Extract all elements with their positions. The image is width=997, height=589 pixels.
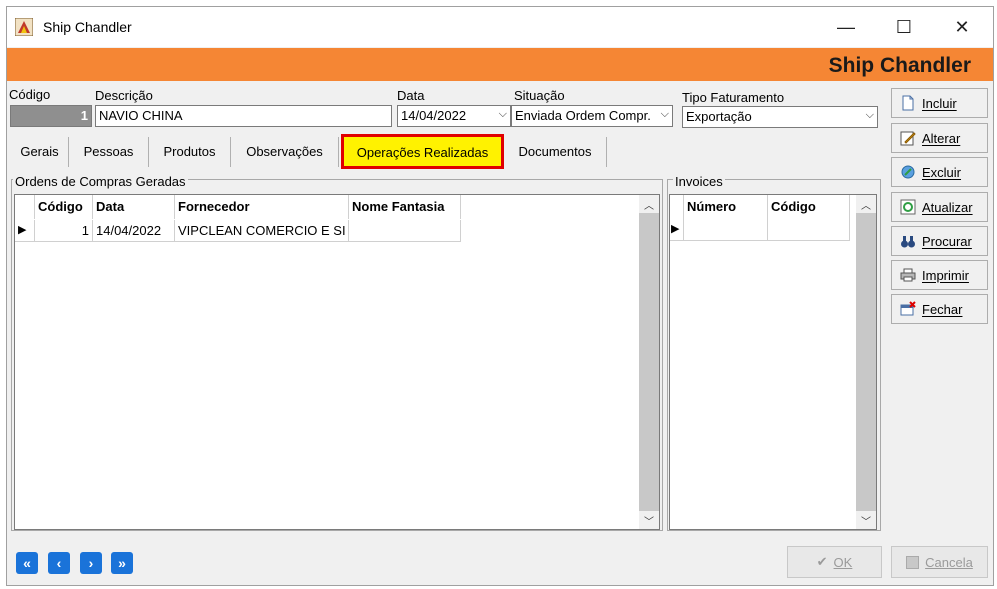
binoculars-icon [901,236,915,248]
ordens-scrollbar[interactable]: ︿ ﹀ [639,195,659,529]
row-indicator-header [670,195,684,219]
double-chevron-left-icon: « [23,555,31,571]
tab-produtos[interactable]: Produtos [149,137,231,167]
title-bar: Ship Chandler — ☐ ✕ [7,7,993,47]
minimize-icon: — [837,16,855,37]
chevron-down-icon[interactable]: ﹀ [856,511,876,529]
minimize-button[interactable]: — [817,7,875,47]
next-record-button[interactable]: › [80,552,102,574]
header-band: Ship Chandler [7,48,993,81]
row-indicator-header [15,195,35,219]
ok-button[interactable]: ✔ OK [787,546,882,578]
app-logo-icon [15,18,33,36]
previous-record-button[interactable]: ‹ [48,552,70,574]
tab-gerais[interactable]: Gerais [11,137,69,167]
new-document-icon [902,95,914,111]
chevron-down-icon: ⌵ [660,108,669,120]
situacao-label: Situação [514,88,565,103]
printer-icon [900,268,916,282]
situacao-value: Enviada Ordem Compr. [515,108,651,123]
row-pointer-icon: ▶ [670,219,684,241]
atualizar-button[interactable]: Atualizar [891,192,988,222]
procurar-button[interactable]: Procurar [891,226,988,256]
situacao-select[interactable]: Enviada Ordem Compr. ⌵ [511,105,673,127]
codigo-field[interactable]: 1 [10,105,92,127]
cell-codigo [768,219,850,241]
refresh-icon [900,199,916,215]
window-title: Ship Chandler [43,19,132,35]
column-header-codigo[interactable]: Código [35,195,93,219]
excluir-button[interactable]: Excluir [891,157,988,187]
alterar-button[interactable]: Alterar [891,123,988,153]
tipo-faturamento-label: Tipo Faturamento [682,90,785,105]
column-header-data[interactable]: Data [93,195,175,219]
cell-data: 14/04/2022 [93,220,175,242]
chevron-up-icon[interactable]: ︿ [856,195,876,213]
data-picker[interactable]: 14/04/2022 ⌵ [397,105,511,127]
column-header-fornecedor[interactable]: Fornecedor [175,195,349,219]
first-record-button[interactable]: « [16,552,38,574]
cancela-button[interactable]: Cancela [891,546,988,578]
chevron-down-icon: ⌵ [498,108,507,120]
column-header-codigo[interactable]: Código [768,195,850,219]
maximize-button[interactable]: ☐ [875,7,933,47]
app-window: Ship Chandler — ☐ ✕ Ship Chandler Código… [6,6,994,586]
fechar-button[interactable]: Fechar [891,294,988,324]
cell-fornecedor: VIPCLEAN COMERCIO E SI [175,220,349,242]
tab-pessoas[interactable]: Pessoas [69,137,149,167]
tipo-faturamento-select[interactable]: Exportação ⌵ [682,106,878,128]
close-icon: ✕ [954,16,970,37]
invoices-group-label: Invoices [673,174,725,189]
chevron-up-icon[interactable]: ︿ [639,195,659,213]
imprimir-button[interactable]: Imprimir [891,260,988,290]
close-window-icon [900,301,916,316]
descricao-label: Descrição [95,88,153,103]
checkmark-icon: ✔ [816,554,828,569]
close-button[interactable]: ✕ [933,7,991,47]
invoices-grid[interactable]: Número Código ▶ ︿ ﹀ [669,194,877,530]
tipo-value: Exportação [686,109,752,124]
tab-observacoes[interactable]: Observações [231,137,339,167]
tab-documentos[interactable]: Documentos [504,137,607,167]
incluir-button[interactable]: Incluir [891,88,988,118]
descricao-field[interactable]: NAVIO CHINA [95,105,392,127]
data-value: 14/04/2022 [401,108,467,123]
chevron-down-icon[interactable]: ﹀ [639,511,659,529]
column-header-nome-fantasia[interactable]: Nome Fantasia [349,195,461,219]
last-record-button[interactable]: » [111,552,133,574]
row-pointer-icon: ▶ [15,220,35,242]
edit-pencil-icon [900,131,916,146]
delete-icon [901,165,915,179]
cell-numero [684,219,768,241]
data-label: Data [397,88,425,103]
ordens-grid[interactable]: Código Data Fornecedor Nome Fantasia ▶ 1… [14,194,660,530]
chevron-right-icon: › [88,555,94,571]
cancel-icon [906,555,920,569]
maximize-icon: ☐ [895,16,913,37]
cell-nome-fantasia [349,220,461,242]
tab-operacoes-realizadas[interactable]: Operações Realizadas [341,134,504,169]
chevron-left-icon: ‹ [56,555,62,571]
cell-codigo: 1 [35,220,93,242]
brand-title: Ship Chandler [828,54,971,77]
codigo-label: Código [9,87,51,102]
column-header-numero[interactable]: Número [684,195,768,219]
chevron-down-icon: ⌵ [865,109,874,121]
double-chevron-right-icon: » [118,555,126,571]
invoices-scrollbar[interactable]: ︿ ﹀ [856,195,876,529]
ordens-group-label: Ordens de Compras Geradas [13,174,188,189]
